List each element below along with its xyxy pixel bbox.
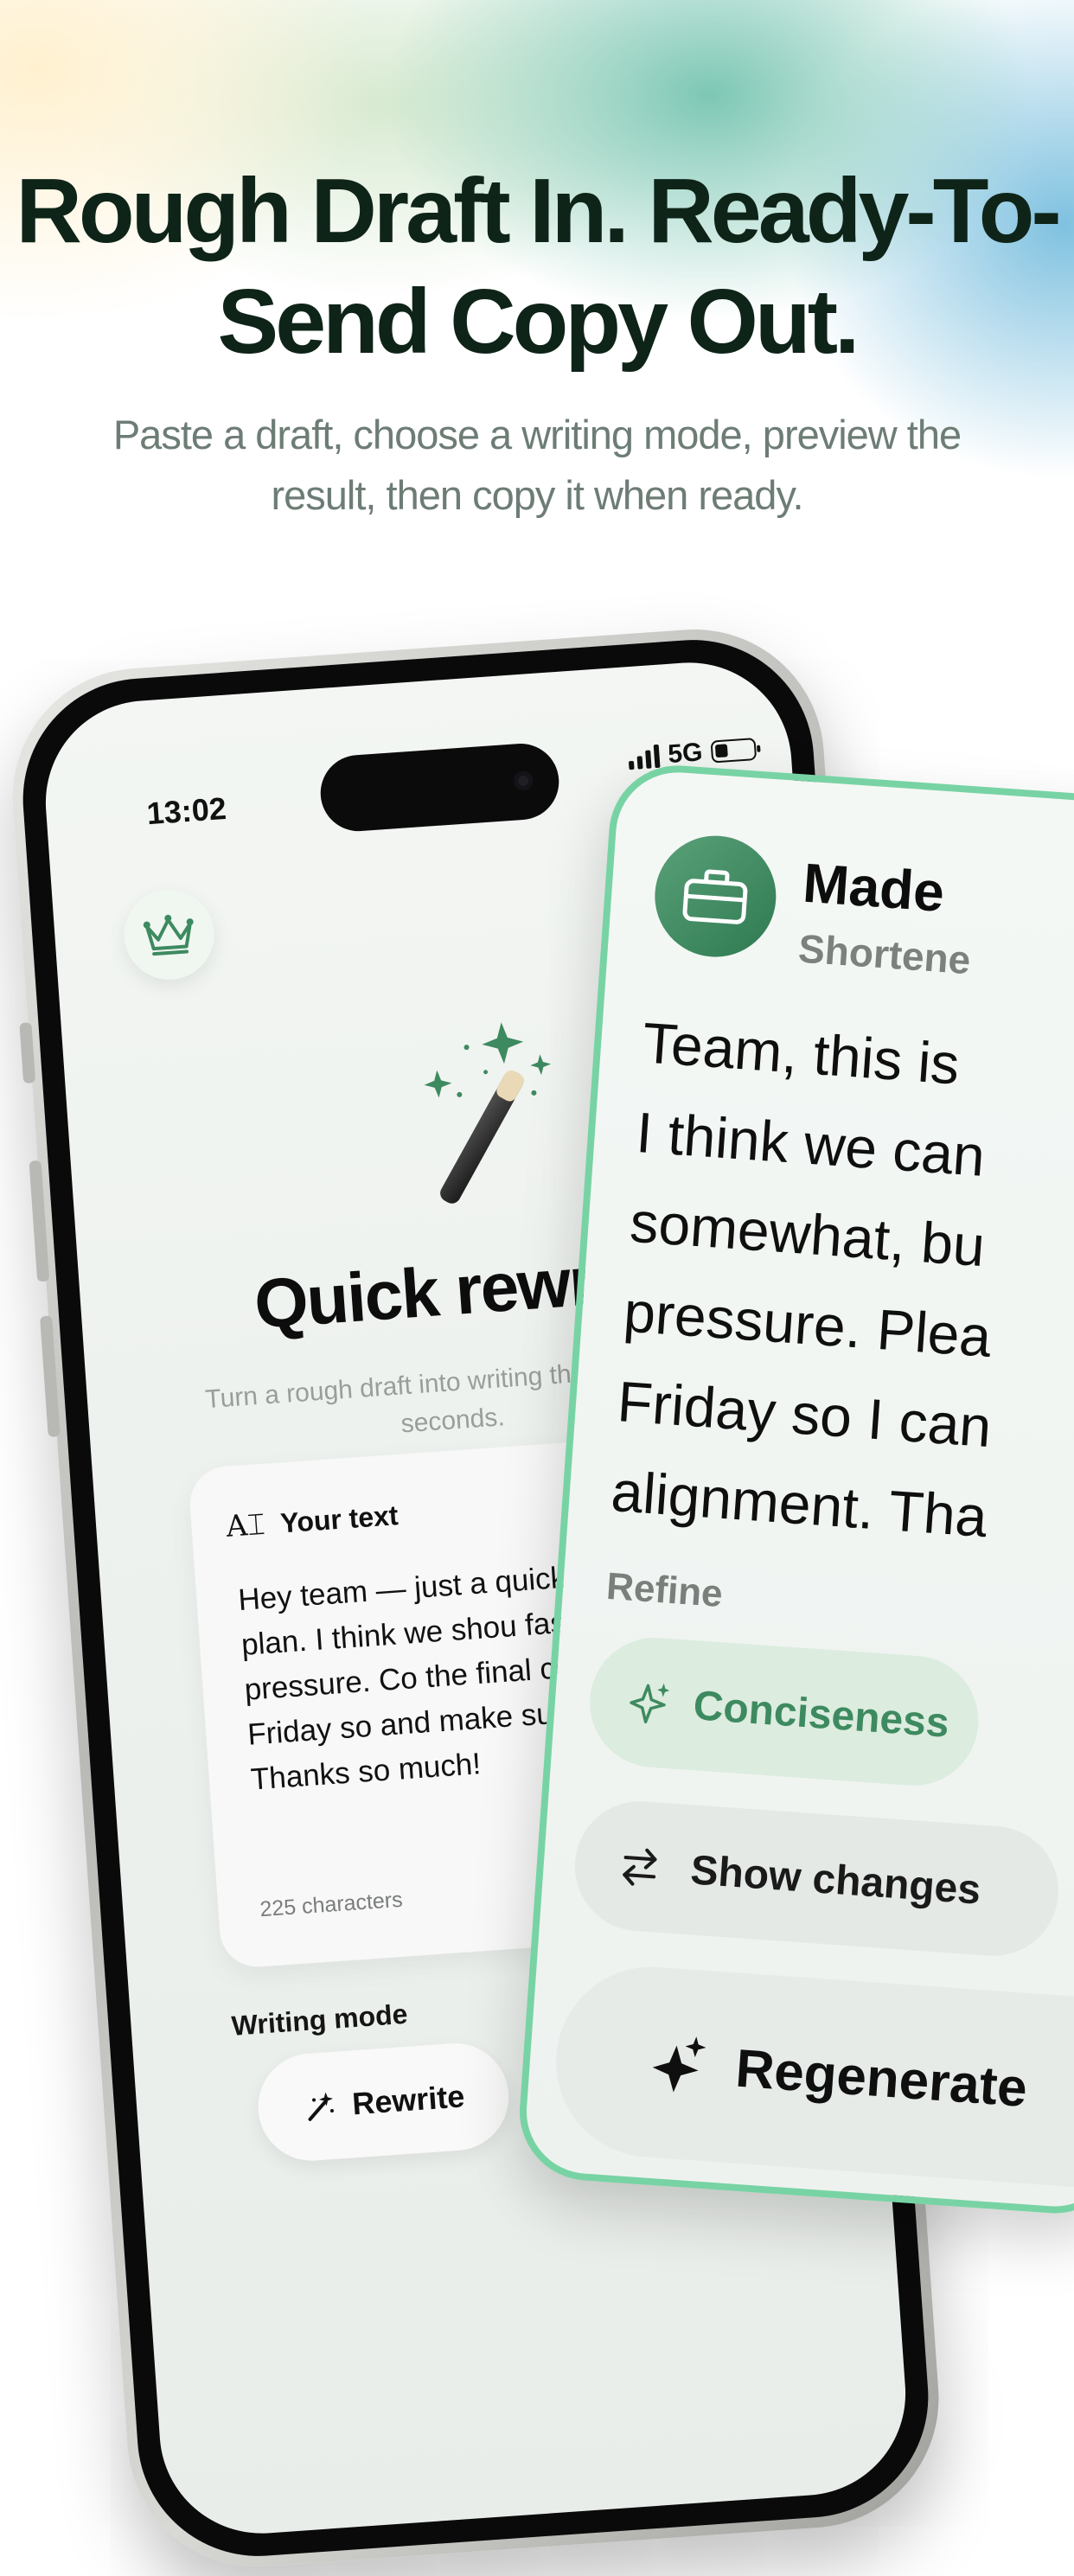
mode-badge xyxy=(650,831,781,962)
input-label: Your text xyxy=(279,1499,400,1538)
mode-rewrite-label: Rewrite xyxy=(350,2078,466,2122)
magic-wand-icon xyxy=(424,1022,552,1204)
mode-rewrite-button[interactable]: Rewrite xyxy=(254,2039,513,2164)
conciseness-label: Conciseness xyxy=(692,1682,951,1747)
result-title: Made xyxy=(801,851,947,924)
briefcase-icon xyxy=(682,869,748,924)
sparkle-icon xyxy=(630,1683,670,1724)
battery-icon xyxy=(710,738,758,764)
result-text: Team, this is I think we can somewhat, b… xyxy=(609,1010,994,1550)
text-cursor-icon: A⌶ xyxy=(225,1506,266,1544)
premium-button[interactable] xyxy=(121,886,218,983)
result-card: Made Shortene Team, this is I think we c… xyxy=(515,761,1074,2218)
signal-icon xyxy=(628,744,661,770)
show-changes-button[interactable]: Show changes xyxy=(570,1797,1063,1960)
hero-headline: Rough Draft In. Ready-To-Send Copy Out. xyxy=(16,160,1061,373)
wand-icon xyxy=(308,2092,334,2121)
swap-arrows-icon xyxy=(623,1848,657,1886)
writing-mode-label: Writing mode xyxy=(230,1998,409,2042)
result-subtitle: Shortene xyxy=(796,925,973,983)
character-count: 225 characters xyxy=(259,1887,404,1922)
status-time: 13:02 xyxy=(145,789,228,832)
crown-icon xyxy=(143,914,194,956)
refine-label: Refine xyxy=(604,1564,725,1616)
regenerate-label: Regenerate xyxy=(733,2038,1030,2119)
regenerate-button[interactable]: Regenerate xyxy=(549,1960,1074,2196)
dynamic-island xyxy=(317,741,562,834)
sparkles-icon xyxy=(652,2036,706,2093)
show-changes-label: Show changes xyxy=(688,1846,982,1914)
conciseness-button[interactable]: Conciseness xyxy=(585,1633,983,1790)
hero-subheadline: Paste a draft, choose a writing mode, pr… xyxy=(112,412,962,518)
